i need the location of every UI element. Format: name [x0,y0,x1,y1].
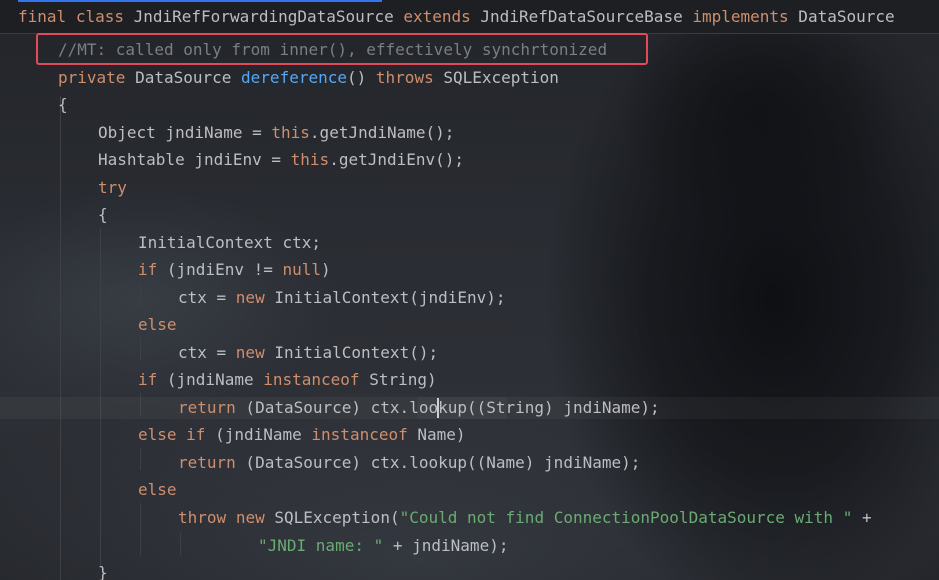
code-text: Object jndiName = [98,123,272,142]
code-text: InitialContext ctx; [138,233,322,252]
code-line-method-signature[interactable]: private DataSource dereference() throws … [58,67,559,89]
code-line-ctx-decl[interactable]: InitialContext ctx; [138,232,321,254]
keyword-new: new [235,288,265,307]
code-line-close-brace[interactable]: } [98,562,108,580]
code-line-jndi-name-string[interactable]: "JNDI name: " + jndiName); [258,535,508,557]
code-editor[interactable]: final class JndiRefForwardingDataSource … [0,0,939,580]
code-line-return-string[interactable]: return (DataSource) ctx.lookup((String) … [178,397,660,419]
brace: { [98,205,108,224]
keyword-null: null [282,260,322,279]
code-text: (DataSource) ctx.lookup((String) jndiNam… [235,398,660,417]
comment-highlight-box [36,33,648,65]
keyword-if: if [138,370,158,389]
code-line-open-brace[interactable]: { [98,204,108,226]
method-name: dereference [241,68,347,87]
keyword-return: return [178,398,236,417]
code-text: SQLException( [264,508,400,527]
superclass-name: JndiRefDataSourceBase [470,7,693,26]
return-type: DataSource [125,68,242,87]
code-text: InitialContext(); [264,343,439,362]
code-text: (jndiName [157,370,264,389]
code-line-try[interactable]: try [98,177,127,199]
active-tab-indicator [18,0,382,2]
code-text: (DataSource) ctx.lookup((Name) jndiName)… [235,453,641,472]
exception-type: SQLException [433,68,559,87]
code-text: + [852,508,872,527]
string-literal: "JNDI name: " [258,536,384,555]
code-text: String) [359,370,437,389]
code-line-else-if-name[interactable]: else if (jndiName instanceof Name) [138,424,466,446]
indent-guide [140,448,141,470]
interface-name: DataSource [788,7,895,26]
method-params: () [347,68,376,87]
keyword-new: new [235,508,265,527]
indent-guide [60,96,61,580]
keyword-try: try [98,178,127,197]
code-text: .getJndiEnv(); [329,150,465,169]
code-line-ctx-default[interactable]: ctx = new InitialContext(); [178,342,438,364]
code-line-else[interactable]: else [138,479,177,501]
keyword-if: if [138,260,158,279]
indent-guide [140,503,141,555]
keyword-new: new [235,343,265,362]
keyword-else-if: else if [138,425,206,444]
keyword-class: class [75,7,124,26]
code-text: Name) [407,425,466,444]
indent-guide [140,338,141,360]
code-text: .getJndiName(); [309,123,455,142]
indent-guide [180,533,181,555]
keyword-throw: throw [178,508,227,527]
keyword-this: this [290,150,330,169]
brace: } [98,563,108,580]
keyword-final: final [18,7,67,26]
code-line-if-env[interactable]: if (jndiEnv != null) [138,259,331,281]
brace: { [58,95,68,114]
string-literal: "Could not find ConnectionPoolDataSource… [399,508,853,527]
keyword-instanceof: instanceof [311,425,408,444]
code-line-class-declaration[interactable]: final class JndiRefForwardingDataSource … [18,6,895,28]
code-line-open-brace[interactable]: { [58,94,68,116]
keyword-extends: extends [403,7,471,26]
keyword-implements: implements [692,7,789,26]
code-text: ) [321,260,331,279]
keyword-throws: throws [375,68,434,87]
code-line-else[interactable]: else [138,314,177,336]
class-name: JndiRefForwardingDataSource [123,7,404,26]
keyword-return: return [178,453,236,472]
code-line-if-string[interactable]: if (jndiName instanceof String) [138,369,437,391]
code-line-jndiname[interactable]: Object jndiName = this.getJndiName(); [98,122,454,144]
keyword-private: private [58,68,126,87]
code-text: ctx = [178,288,236,307]
keyword-instanceof: instanceof [263,370,360,389]
code-text: InitialContext(jndiEnv); [264,288,506,307]
code-line-return-name[interactable]: return (DataSource) ctx.lookup((Name) jn… [178,452,640,474]
keyword-else: else [138,480,177,499]
code-line-jndienv[interactable]: Hashtable jndiEnv = this.getJndiEnv(); [98,149,464,171]
keyword-else: else [138,315,177,334]
code-line-ctx-env[interactable]: ctx = new InitialContext(jndiEnv); [178,287,506,309]
code-text: (jndiName [205,425,312,444]
code-line-throw[interactable]: throw new SQLException("Could not find C… [178,507,872,529]
keyword-this: this [271,123,310,142]
code-text: Hashtable jndiEnv = [98,150,291,169]
code-text: + jndiName); [383,536,509,555]
indent-guide [140,283,141,305]
text-cursor [437,398,439,418]
code-text: ctx = [178,343,236,362]
code-text: (jndiEnv != [157,260,283,279]
